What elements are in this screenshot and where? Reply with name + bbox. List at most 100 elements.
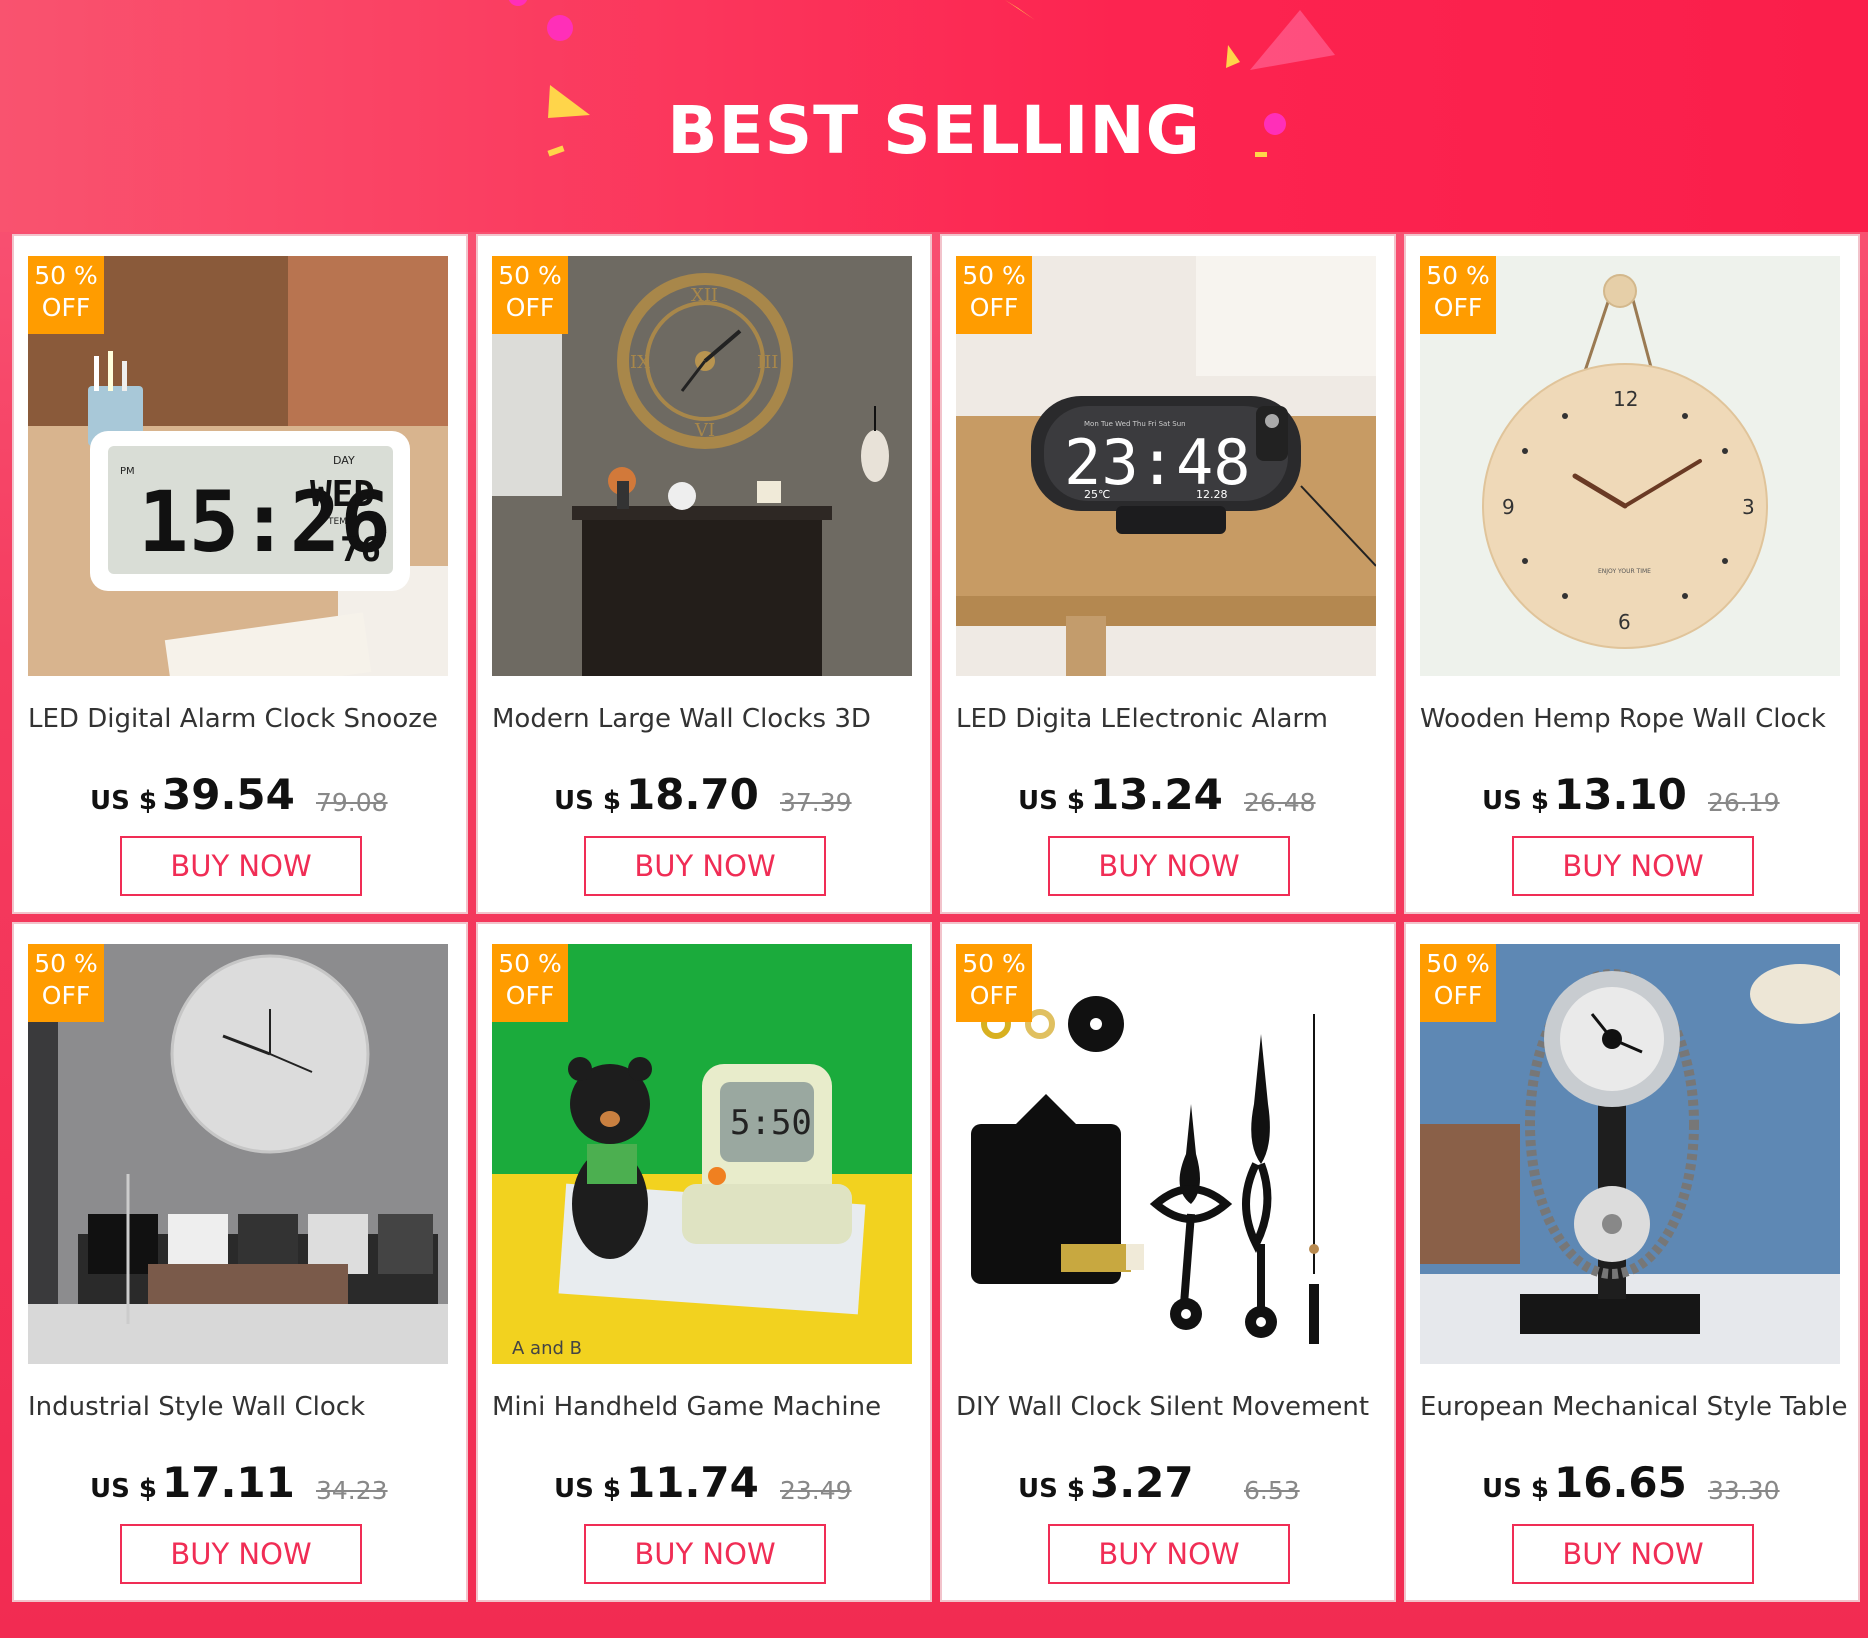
product-name[interactable]: DIY Wall Clock Silent Movement <box>956 1392 1386 1422</box>
currency-label: US $ <box>1482 786 1549 816</box>
currency-label: US $ <box>554 1474 621 1504</box>
product-name[interactable]: Mini Handheld Game Machine <box>492 1392 922 1422</box>
price-row: US $ 16.65 33.30 <box>1406 1458 1862 1518</box>
price-row: US $ 13.24 26.48 <box>942 770 1398 830</box>
book-title: A and B <box>512 1338 582 1359</box>
buy-now-button[interactable]: BUY NOW <box>120 836 362 896</box>
price-row: US $ 18.70 37.39 <box>478 770 934 830</box>
discount-badge: 50 % OFF <box>1420 256 1496 334</box>
discount-percent: 50 % <box>1426 949 1490 978</box>
price-row: US $ 11.74 23.49 <box>478 1458 934 1518</box>
discount-off-label: OFF <box>1433 293 1483 322</box>
product-card[interactable]: Mon Tue Wed Thu Fri Sat Sun 23:48 25℃ 12… <box>940 234 1396 914</box>
product-name[interactable]: LED Digita LElectronic Alarm <box>956 704 1386 734</box>
product-card[interactable]: 50 % OFF Industrial Style Wall Clock US … <box>12 922 468 1602</box>
product-card[interactable]: 50 % OFF European Mechanical Style Table… <box>1404 922 1860 1602</box>
currency-label: US $ <box>90 1474 157 1504</box>
product-name[interactable]: LED Digital Alarm Clock Snooze <box>28 704 458 734</box>
discount-percent: 50 % <box>498 949 562 978</box>
buy-now-button[interactable]: BUY NOW <box>120 1524 362 1584</box>
temperature-unit: F <box>380 530 387 544</box>
currency-label: US $ <box>554 786 621 816</box>
numeral-3: III <box>757 352 778 373</box>
clock-time-display: 5:50 <box>730 1103 812 1143</box>
clock-numeral-12: 12 <box>1613 387 1638 411</box>
discount-off-label: OFF <box>969 981 1019 1010</box>
clock-numeral-9: 9 <box>1502 495 1515 519</box>
sale-price: 13.24 <box>1090 770 1223 819</box>
buy-now-button[interactable]: BUY NOW <box>1512 1524 1754 1584</box>
product-card[interactable]: 12 3 6 9 ENJOY YOUR TIME 50 % OFF Wooden… <box>1404 234 1860 914</box>
numeral-9: IX <box>630 352 650 373</box>
page-title: BEST SELLING <box>667 92 1201 169</box>
discount-off-label: OFF <box>505 293 555 322</box>
buy-now-button[interactable]: BUY NOW <box>1512 836 1754 896</box>
original-price: 33.30 <box>1708 1476 1780 1505</box>
discount-off-label: OFF <box>505 981 555 1010</box>
discount-badge: 50 % OFF <box>28 256 104 334</box>
numeral-6: VI <box>694 420 715 441</box>
original-price: 37.39 <box>780 788 852 817</box>
product-card[interactable]: 50 % OFF DIY Wall Clock Silent Movement … <box>940 922 1396 1602</box>
product-card[interactable]: PM 15:26 DAY WED TEM 76 F 50 % OFF LED D… <box>12 234 468 914</box>
buy-now-button[interactable]: BUY NOW <box>584 836 826 896</box>
currency-label: US $ <box>1482 1474 1549 1504</box>
weekday-display: WED <box>310 474 375 515</box>
tem-label: TEM <box>327 517 347 527</box>
original-price: 26.19 <box>1708 788 1780 817</box>
sale-price: 3.27 <box>1090 1458 1194 1507</box>
buy-now-button[interactable]: BUY NOW <box>584 1524 826 1584</box>
currency-label: US $ <box>90 786 157 816</box>
sale-price: 13.10 <box>1554 770 1687 819</box>
temperature-display: 25℃ <box>1084 488 1110 501</box>
discount-percent: 50 % <box>962 261 1026 290</box>
sale-price: 17.11 <box>162 1458 295 1507</box>
original-price: 79.08 <box>316 788 388 817</box>
price-row: US $ 39.54 79.08 <box>14 770 470 830</box>
discount-badge: 50 % OFF <box>492 256 568 334</box>
original-price: 26.48 <box>1244 788 1316 817</box>
buy-now-button[interactable]: BUY NOW <box>1048 1524 1290 1584</box>
discount-badge: 50 % OFF <box>956 944 1032 1022</box>
clock-tagline: ENJOY YOUR TIME <box>1598 568 1651 575</box>
currency-label: US $ <box>1018 786 1085 816</box>
banner-header: BEST SELLING <box>0 0 1868 232</box>
product-card[interactable]: 5:50 A and B 50 % OFF Mini Handheld Game… <box>476 922 932 1602</box>
numeral-12: XII <box>691 285 718 306</box>
discount-off-label: OFF <box>41 981 91 1010</box>
discount-percent: 50 % <box>498 261 562 290</box>
date-display: 12.28 <box>1196 488 1228 501</box>
price-row: US $ 17.11 34.23 <box>14 1458 470 1518</box>
product-name[interactable]: European Mechanical Style Table <box>1420 1392 1850 1422</box>
discount-percent: 50 % <box>962 949 1026 978</box>
discount-badge: 50 % OFF <box>28 944 104 1022</box>
price-row: US $ 13.10 26.19 <box>1406 770 1862 830</box>
pm-indicator: PM <box>120 466 135 477</box>
buy-now-button[interactable]: BUY NOW <box>1048 836 1290 896</box>
discount-badge: 50 % OFF <box>956 256 1032 334</box>
sale-price: 39.54 <box>162 770 295 819</box>
discount-percent: 50 % <box>34 949 98 978</box>
product-name[interactable]: Wooden Hemp Rope Wall Clock <box>1420 704 1850 734</box>
currency-label: US $ <box>1018 1474 1085 1504</box>
sale-price: 11.74 <box>626 1458 759 1507</box>
discount-badge: 50 % OFF <box>492 944 568 1022</box>
clock-numeral-6: 6 <box>1618 610 1631 634</box>
day-label: DAY <box>333 454 355 467</box>
discount-percent: 50 % <box>34 261 98 290</box>
discount-percent: 50 % <box>1426 261 1490 290</box>
discount-off-label: OFF <box>41 293 91 322</box>
discount-badge: 50 % OFF <box>1420 944 1496 1022</box>
sale-price: 16.65 <box>1554 1458 1687 1507</box>
clock-numeral-3: 3 <box>1742 495 1755 519</box>
sale-price: 18.70 <box>626 770 759 819</box>
product-name[interactable]: Modern Large Wall Clocks 3D <box>492 704 922 734</box>
original-price: 34.23 <box>316 1476 388 1505</box>
product-name[interactable]: Industrial Style Wall Clock <box>28 1392 458 1422</box>
original-price: 23.49 <box>780 1476 852 1505</box>
temperature-display: 76 <box>340 530 381 570</box>
price-row: US $ 3.27 6.53 <box>942 1458 1398 1518</box>
product-grid: PM 15:26 DAY WED TEM 76 F 50 % OFF LED D… <box>10 234 1860 1608</box>
discount-off-label: OFF <box>1433 981 1483 1010</box>
product-card[interactable]: XII III VI IX 50 % OFF Modern Large Wall… <box>476 234 932 914</box>
